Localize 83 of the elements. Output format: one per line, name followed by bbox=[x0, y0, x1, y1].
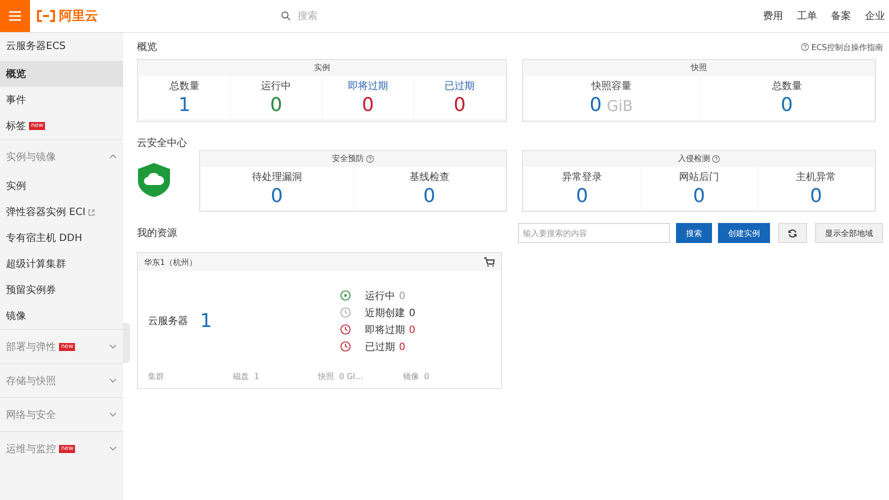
section-title: 云安全中心 bbox=[137, 136, 188, 150]
sidebar-item[interactable]: 超级计算集群 bbox=[0, 251, 123, 277]
stat-value: 0 bbox=[270, 93, 282, 117]
clock-icon bbox=[340, 324, 351, 335]
top-nav-link[interactable]: 企业 bbox=[865, 9, 885, 23]
stat-label: 网站后门 bbox=[679, 170, 719, 184]
sidebar-item[interactable]: 预留实例券 bbox=[0, 277, 123, 303]
stat-label: 运行中 bbox=[261, 80, 292, 93]
footer-stat: 磁盘 1 bbox=[233, 371, 260, 382]
footer-stat: 集群 bbox=[148, 371, 165, 382]
stat-link[interactable]: 即将过期 bbox=[348, 79, 388, 93]
region-name: 华东1（杭州） bbox=[144, 256, 198, 268]
stat-label: 基线检查 bbox=[409, 170, 450, 184]
clock-icon bbox=[340, 341, 351, 352]
stat-value: 0 bbox=[423, 184, 436, 208]
refresh-icon bbox=[788, 228, 797, 238]
card-title: 安全预防 bbox=[332, 153, 364, 165]
search-field[interactable]: 搜索 bbox=[296, 10, 500, 22]
stat-value: 0 bbox=[576, 184, 588, 208]
stat-value: 0 bbox=[362, 93, 374, 117]
sidebar-title: 云服务器ECS bbox=[5, 40, 67, 54]
chevron-icon bbox=[109, 378, 117, 383]
top-nav-link[interactable]: 费用 bbox=[763, 9, 783, 23]
server-count: 1 bbox=[200, 310, 214, 332]
breadcrumb: 概览 bbox=[137, 40, 157, 54]
logo-text: 阿里云 bbox=[59, 8, 98, 25]
status-text: 即将过期 0 bbox=[365, 324, 416, 336]
shield-cloud-icon bbox=[137, 162, 171, 198]
menu-icon bbox=[9, 11, 21, 21]
search-input[interactable]: 输入要搜索的内容 bbox=[518, 223, 670, 243]
stat-value: 0 bbox=[270, 184, 283, 208]
chevron-icon bbox=[109, 412, 117, 417]
sidebar-item[interactable]: 概览 bbox=[0, 61, 123, 87]
external-link-icon bbox=[88, 208, 96, 216]
status-text: 运行中 0 bbox=[365, 290, 406, 302]
stat-label: 待处理漏洞 bbox=[252, 170, 302, 184]
stat-label: 总数量 bbox=[169, 80, 200, 93]
sidebar-item[interactable]: 镜像 bbox=[0, 303, 123, 329]
stat-label: 主机异常 bbox=[796, 170, 836, 184]
footer-stat: 快照 0 GI... bbox=[318, 371, 364, 382]
stat-value: 0 bbox=[692, 184, 706, 208]
chevron-icon bbox=[109, 344, 117, 349]
stat-label: 快照容量 bbox=[591, 80, 632, 93]
cart-icon[interactable] bbox=[484, 257, 495, 267]
card-title: 实例 bbox=[314, 62, 330, 74]
stat-label: 总数量 bbox=[772, 80, 802, 93]
top-nav-link[interactable]: 备案 bbox=[831, 9, 851, 23]
collapse-handle[interactable] bbox=[123, 323, 130, 363]
help-icon bbox=[366, 155, 374, 163]
section-title: 我的资源 bbox=[137, 226, 178, 240]
help-icon bbox=[801, 43, 810, 51]
logo-icon bbox=[36, 10, 56, 22]
status-text: 已过期 0 bbox=[365, 340, 406, 354]
top-nav-link[interactable]: 工单 bbox=[797, 9, 817, 23]
search-button[interactable]: 搜索 bbox=[676, 223, 712, 243]
create-button[interactable]: 创建实例 bbox=[718, 223, 770, 243]
sidebar-item[interactable]: 事件 bbox=[0, 87, 123, 113]
clock-icon bbox=[340, 307, 351, 318]
stat-label: 异常登录 bbox=[562, 170, 602, 184]
card-title: 快照 bbox=[691, 62, 707, 74]
stat-value: 0 GiB bbox=[590, 93, 633, 118]
chevron-icon bbox=[109, 154, 117, 159]
menu-button[interactable] bbox=[0, 0, 30, 32]
card-title: 入侵检测 bbox=[678, 153, 710, 165]
sidebar-item[interactable]: 实例 bbox=[0, 173, 123, 199]
sidebar-item[interactable]: 专有宿主机 DDH bbox=[0, 225, 123, 251]
chevron-icon bbox=[109, 446, 117, 451]
stat-value: 0 bbox=[810, 184, 822, 208]
footer-stat: 镜像 0 bbox=[403, 371, 430, 382]
stat-value: 0 bbox=[780, 93, 793, 117]
sidebar-item[interactable]: 弹性容器实例 ECI bbox=[0, 199, 123, 225]
refresh-button[interactable] bbox=[778, 223, 807, 243]
server-label: 云服务器 bbox=[148, 315, 188, 328]
search-icon bbox=[280, 11, 290, 21]
stat-value: 0 bbox=[454, 93, 466, 117]
status-text: 近期创建 0 bbox=[365, 306, 416, 320]
stat-unit: GiB bbox=[606, 97, 633, 115]
region-button[interactable]: 显示全部地域 bbox=[815, 223, 883, 243]
play-circle-icon bbox=[340, 290, 351, 301]
stat-value: 1 bbox=[178, 93, 190, 117]
help-icon bbox=[712, 155, 720, 163]
stat-link[interactable]: 已过期 bbox=[444, 79, 475, 93]
help-link[interactable]: ECS控制台操作指南 bbox=[801, 42, 883, 52]
